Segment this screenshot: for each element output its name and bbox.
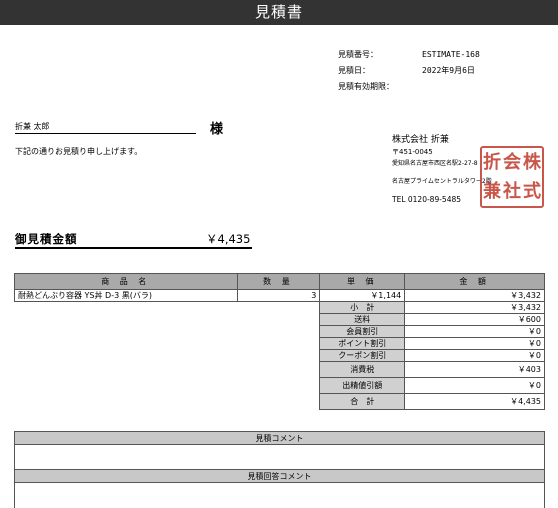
summary-value: ￥600: [404, 313, 545, 326]
company-info: 株式会社 折兼 〒451-0045 愛知県名古屋市西区名駅2-27-8 名古屋プ…: [392, 132, 492, 206]
summary-label: 消費税: [319, 361, 406, 378]
company-seal-stamp: 折 会 株 兼 社 式: [480, 146, 544, 208]
col-header-unit-price: 単 価: [319, 273, 406, 290]
meta-label: 見積有効期限：: [338, 82, 394, 91]
summary-value: ￥4,435: [404, 393, 545, 410]
seal-char: 折: [483, 152, 501, 173]
summary-row-special-discount: 出精値引額 ￥0: [15, 377, 545, 394]
estimate-date: 2022年9月6日: [422, 66, 475, 75]
seal-char: 式: [523, 181, 541, 202]
summary-row-tax: 消費税 ￥403: [15, 361, 545, 378]
summary-value: ￥0: [404, 349, 545, 362]
meta-row-date: 見積日： 2022年9月6日: [338, 63, 480, 79]
col-header-product: 商 品 名: [14, 273, 238, 290]
summary-value: ￥3,432: [404, 301, 545, 314]
estimate-comment-header: 見積コメント: [15, 432, 544, 445]
company-tel: TEL 0120-89-5485: [392, 195, 462, 204]
product-name: 耐熱どんぶり容器 YS丼 D-3 黒(バラ): [14, 289, 238, 302]
amount: ￥3,432: [404, 289, 545, 302]
company-building: 名古屋プライムセントラルタワー2階: [392, 178, 492, 185]
summary-label: クーポン割引: [319, 349, 406, 362]
summary-label: 送料: [319, 313, 406, 326]
col-header-quantity: 数 量: [236, 273, 321, 290]
meta-label: 見積日：: [338, 66, 370, 75]
table-row: 耐熱どんぶり容器 YS丼 D-3 黒(バラ) 3 ￥1,144 ￥3,432: [14, 289, 545, 302]
seal-char: 株: [523, 152, 541, 173]
meta-row-number: 見積番号： ESTIMATE-168: [338, 47, 480, 63]
estimate-comment-body[interactable]: [15, 445, 544, 471]
summary-row-member-discount: 会員割引 ￥0: [15, 325, 545, 338]
summary-row-subtotal: 小 計 ￥3,432: [15, 301, 545, 314]
reply-comment-box: 見積回答コメント: [14, 469, 545, 508]
intro-text: 下記の通りお見積り申し上げます。: [15, 147, 143, 156]
total-underline: [15, 247, 252, 249]
company-name: 株式会社 折兼: [392, 135, 449, 145]
estimate-comment-box: 見積コメント: [14, 431, 545, 472]
summary-value: ￥0: [404, 377, 545, 394]
summary-label: 出精値引額: [319, 377, 406, 394]
col-header-amount: 金 額: [404, 273, 545, 290]
table-header-row: 商 品 名 数 量 単 価 金 額: [14, 273, 545, 290]
summary-label: 小 計: [319, 301, 406, 314]
quantity: 3: [236, 289, 321, 302]
summary-row-shipping: 送料 ￥600: [15, 313, 545, 326]
meta-label: 見積番号：: [338, 50, 378, 59]
summary-row-point-discount: ポイント割引 ￥0: [15, 337, 545, 350]
company-postal: 〒451-0045: [392, 148, 433, 156]
seal-char: 社: [503, 181, 521, 202]
honorific: 様: [210, 122, 224, 137]
summary-value: ￥0: [404, 325, 545, 338]
summary-label: 合 計: [319, 393, 406, 410]
company-address: 愛知県名古屋市西区名駅2-27-8: [392, 160, 478, 167]
seal-char: 会: [503, 152, 521, 173]
total-amount-value: ￥4,435: [206, 232, 251, 246]
estimate-items-table: 商 品 名 数 量 単 価 金 額 耐熱どんぶり容器 YS丼 D-3 黒(バラ)…: [14, 273, 545, 410]
reply-comment-body[interactable]: [15, 483, 544, 508]
total-amount-label: 御見積金額: [15, 232, 78, 246]
document-title: 見積書: [0, 0, 558, 25]
estimate-number: ESTIMATE-168: [422, 50, 480, 59]
meta-row-expiry: 見積有効期限：: [338, 79, 480, 95]
summary-value: ￥403: [404, 361, 545, 378]
summary-row-coupon-discount: クーポン割引 ￥0: [15, 349, 545, 362]
customer-name: 折兼 太郎: [15, 120, 196, 134]
summary-label: 会員割引: [319, 325, 406, 338]
unit-price: ￥1,144: [319, 289, 406, 302]
summary-label: ポイント割引: [319, 337, 406, 350]
estimate-meta: 見積番号： ESTIMATE-168 見積日： 2022年9月6日 見積有効期限…: [338, 47, 480, 95]
summary-value: ￥0: [404, 337, 545, 350]
reply-comment-header: 見積回答コメント: [15, 470, 544, 483]
summary-row-total: 合 計 ￥4,435: [15, 393, 545, 410]
seal-char: 兼: [483, 181, 501, 202]
